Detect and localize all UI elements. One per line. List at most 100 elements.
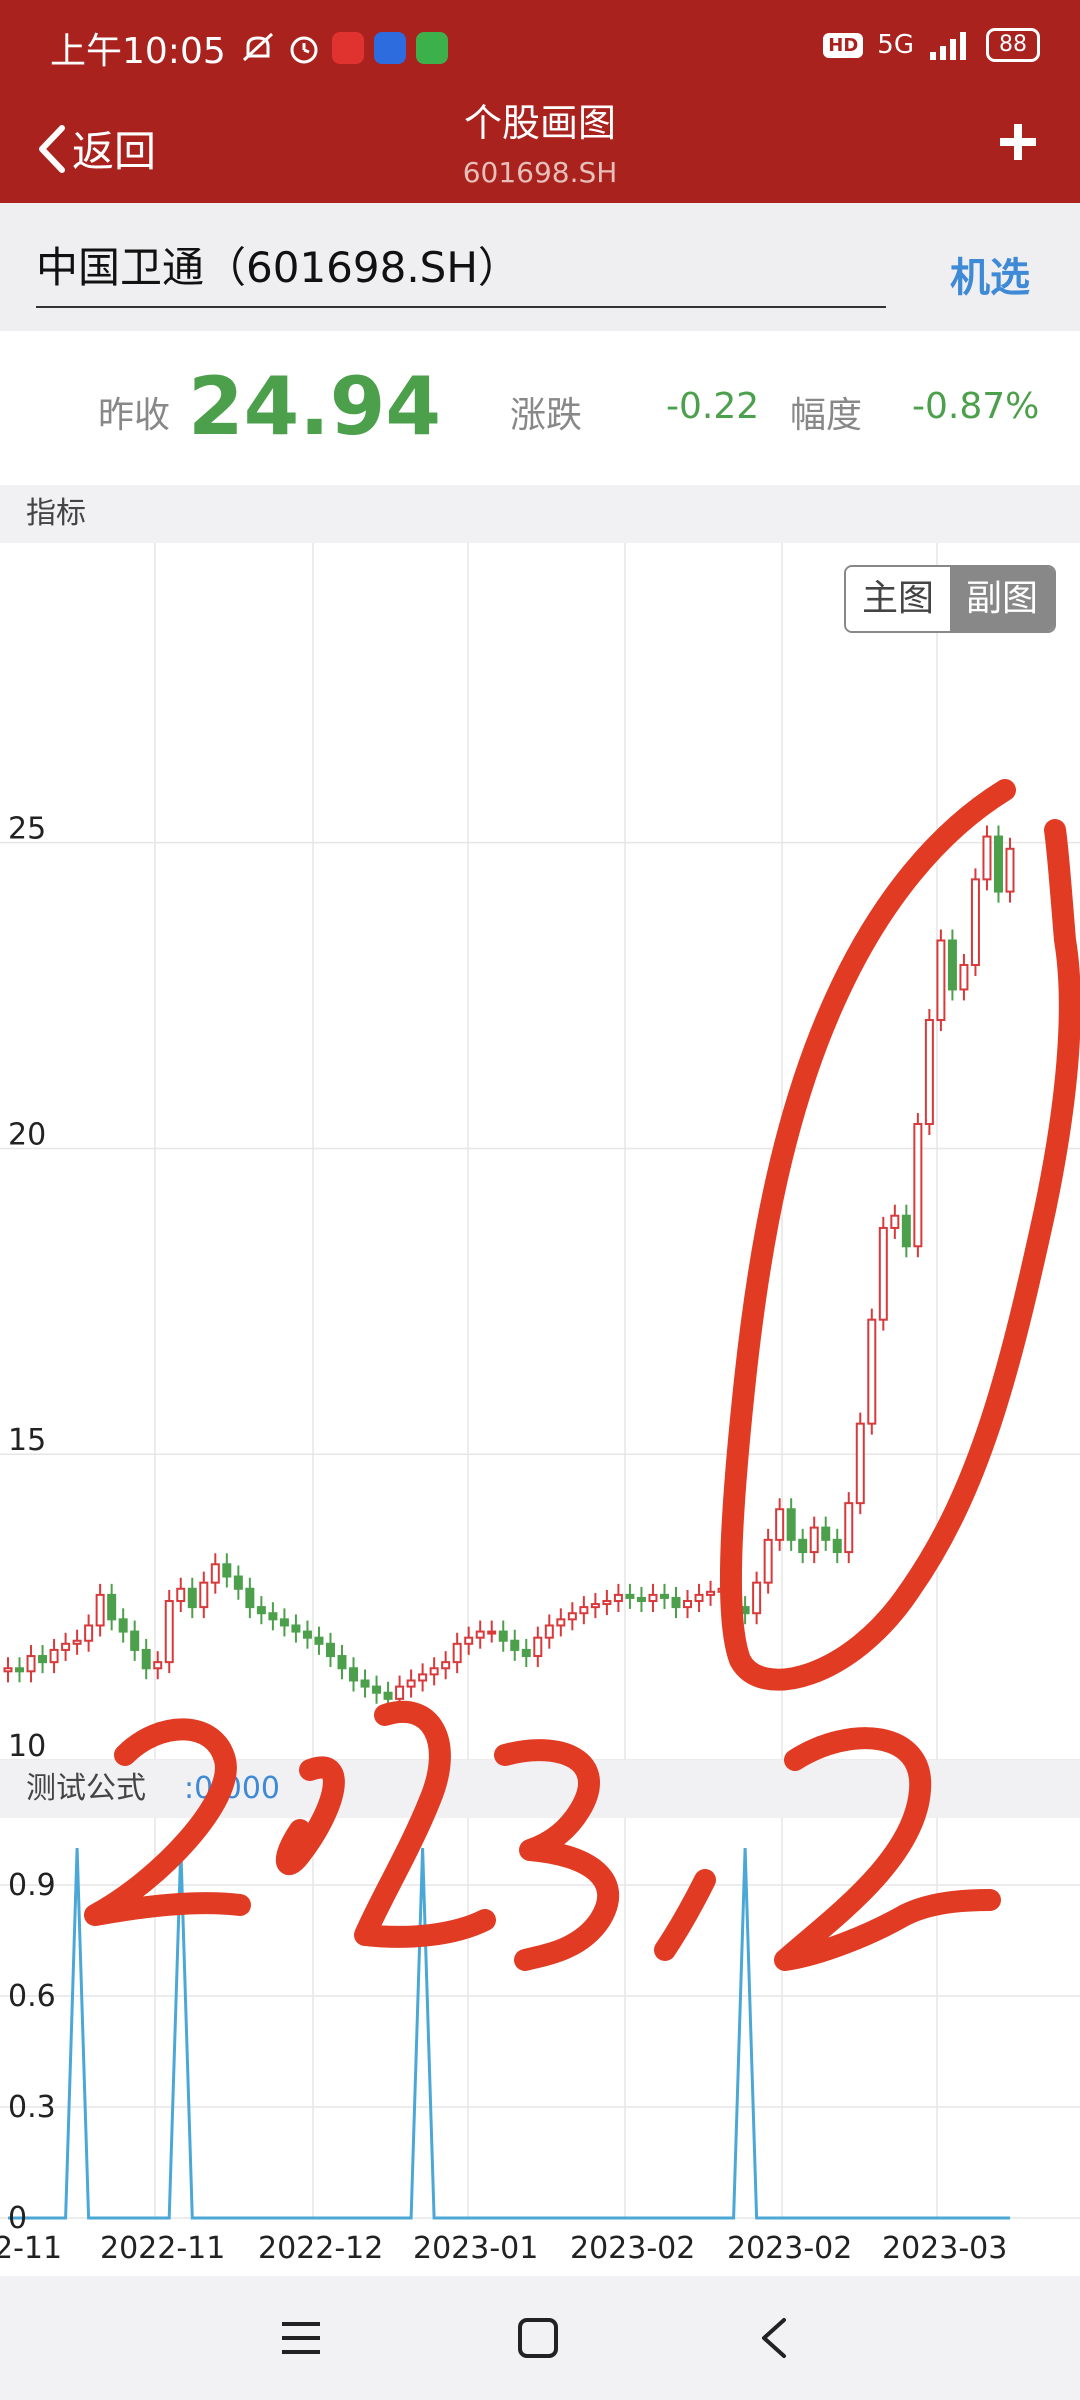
candle-body xyxy=(187,1587,197,1609)
candle-body xyxy=(15,1667,25,1673)
status-bar-right: HD 5G 88 xyxy=(823,28,1040,62)
candle-body xyxy=(924,1019,934,1125)
add-button[interactable] xyxy=(996,120,1040,164)
news-app-icon xyxy=(331,32,364,64)
candle-body xyxy=(775,1508,785,1541)
formula-label: 测试公式 xyxy=(26,1771,146,1806)
candle-body xyxy=(821,1526,831,1541)
candle-body xyxy=(890,1214,900,1229)
candle-body xyxy=(72,1639,82,1645)
candle-body xyxy=(452,1642,462,1664)
candle-body xyxy=(1005,847,1015,893)
candle-body xyxy=(26,1655,36,1673)
candle-body xyxy=(349,1667,359,1682)
candle-body xyxy=(3,1667,13,1673)
candle-body xyxy=(498,1630,508,1642)
menu-icon[interactable] xyxy=(280,2318,322,2358)
candle-body xyxy=(222,1563,232,1578)
prev-close-value: 24.94 xyxy=(188,360,442,453)
home-icon[interactable] xyxy=(516,2316,560,2360)
candle-body xyxy=(372,1685,382,1694)
pct-label: 幅度 xyxy=(790,395,863,436)
candle-body xyxy=(521,1648,531,1658)
indicator-label: 指标 xyxy=(26,496,86,531)
candle-body xyxy=(786,1508,796,1541)
candle-body xyxy=(763,1538,773,1584)
indicator-chart[interactable]: 00.30.60.9 2-11 2022-11 2022-12 2023-01 2023… xyxy=(0,1818,1080,2276)
candle-body xyxy=(901,1214,911,1248)
candle-body xyxy=(533,1636,543,1658)
assistant-app-icon xyxy=(373,32,406,64)
candle-body xyxy=(487,1630,497,1635)
stock-input[interactable]: 中国卫通（601698.SH） xyxy=(36,240,886,308)
candle-body xyxy=(233,1575,243,1590)
candle-body xyxy=(510,1639,520,1651)
candle-body xyxy=(337,1655,347,1670)
candle-body xyxy=(84,1624,94,1642)
indicator-bar: 指标 xyxy=(0,485,1080,543)
main-chart-tab[interactable]: 主图 xyxy=(846,567,950,631)
change-label: 涨跌 xyxy=(510,395,583,436)
change-value: -0.22 xyxy=(666,386,760,427)
sub-chart-tab[interactable]: 副图 xyxy=(950,567,1054,631)
candle-body xyxy=(567,1612,577,1621)
prev-close-label: 昨收 xyxy=(98,395,171,436)
candle-body xyxy=(671,1596,681,1609)
x-tick-label: 2023-03 xyxy=(882,2231,1007,2266)
candle-body xyxy=(694,1593,704,1602)
candle-body xyxy=(913,1122,923,1248)
pct-value: -0.87% xyxy=(912,386,1040,427)
candle-body xyxy=(429,1667,439,1676)
candle-body xyxy=(993,835,1003,893)
y-tick-label: 0.6 xyxy=(8,1979,56,2014)
formula-value: :0.000 xyxy=(184,1771,280,1806)
candle-body xyxy=(176,1587,186,1602)
candle-body xyxy=(360,1679,370,1688)
candlestick-chart[interactable]: 10 15 20 25 xyxy=(0,543,1080,1760)
candle-body xyxy=(602,1599,612,1606)
status-icons xyxy=(240,30,448,66)
candle-body xyxy=(613,1593,623,1602)
candle-body xyxy=(648,1593,658,1602)
candle-body xyxy=(556,1618,566,1627)
signal-icon xyxy=(930,32,966,60)
candle-body xyxy=(636,1596,646,1602)
candle-body xyxy=(659,1593,669,1599)
chart-toggle[interactable]: 主图 副图 xyxy=(844,565,1056,633)
candle-body xyxy=(959,963,969,991)
candle-body xyxy=(61,1642,71,1651)
candle-body xyxy=(118,1618,128,1633)
indicator-line xyxy=(8,1847,1010,2220)
candle-body xyxy=(729,1587,739,1609)
candle-body xyxy=(717,1587,727,1593)
x-tick-label: 2023-02 xyxy=(727,2231,852,2266)
mute-icon xyxy=(242,32,273,62)
candle-body xyxy=(798,1538,808,1554)
candle-body xyxy=(325,1642,335,1658)
title-block: 个股画图 601698.SH xyxy=(0,100,1080,190)
candle-body xyxy=(95,1593,105,1627)
candle-body xyxy=(268,1612,278,1621)
candle-body xyxy=(395,1685,405,1700)
auto-pick-button[interactable]: 机选 xyxy=(950,245,1030,303)
candle-body xyxy=(256,1606,266,1615)
y-tick-label: 20 xyxy=(8,1117,46,1152)
candle-body xyxy=(406,1679,416,1688)
candle-body xyxy=(475,1630,485,1639)
candle-body xyxy=(141,1648,151,1670)
status-time: 上午10:05 xyxy=(50,31,226,72)
candle-body xyxy=(302,1630,312,1639)
x-tick-label: 2022-12 xyxy=(258,2231,383,2266)
candle-body xyxy=(706,1590,716,1596)
candle-body xyxy=(625,1593,635,1599)
candle-body xyxy=(579,1606,589,1615)
hd-badge: HD xyxy=(823,32,864,58)
candle-body xyxy=(740,1606,750,1615)
back-nav-icon[interactable] xyxy=(758,2316,788,2360)
y-tick-label: 25 xyxy=(8,812,46,847)
alarm-icon xyxy=(290,36,318,64)
candle-body xyxy=(49,1648,59,1664)
candle-body xyxy=(38,1655,48,1664)
y-tick-label: 10 xyxy=(8,1729,46,1760)
candle-body xyxy=(809,1526,819,1554)
